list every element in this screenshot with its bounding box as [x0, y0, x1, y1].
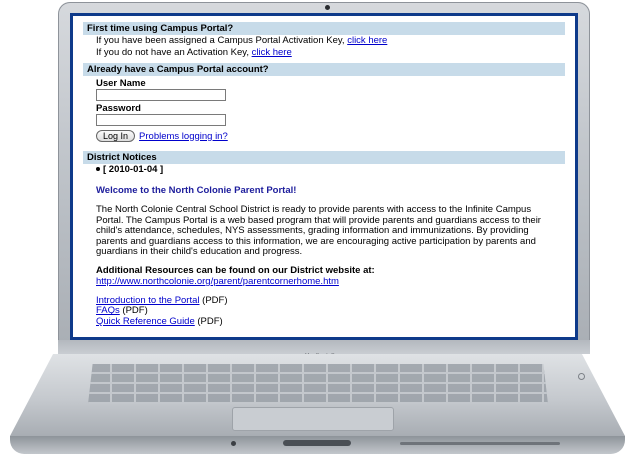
document-links: Introduction to the Portal (PDF) FAQs (P…: [83, 294, 565, 328]
district-notices-header: District Notices: [83, 151, 565, 164]
quick-reference-pdf-link[interactable]: Quick Reference Guide: [96, 316, 195, 327]
activation-click-here-link[interactable]: click here: [347, 35, 387, 46]
trackpad: [232, 407, 394, 431]
portal-content: First time using Campus Portal? If you h…: [83, 22, 565, 327]
disc-slot: [400, 442, 560, 445]
account-header: Already have a Campus Portal account?: [83, 63, 565, 76]
bullet-icon: [96, 167, 100, 172]
login-button[interactable]: Log In: [96, 130, 136, 142]
laptop-screen: First time using Campus Portal? If you h…: [70, 13, 578, 340]
intro-portal-pdf-link[interactable]: Introduction to the Portal: [96, 295, 200, 306]
welcome-title: Welcome to the North Colonie Parent Port…: [96, 185, 297, 196]
doc-suffix: (PDF): [119, 305, 148, 317]
notice-date-text: [ 2010-01-04 ]: [103, 164, 164, 175]
resources-url-link: http://www.northcolonie.org/parent/paren…: [83, 276, 565, 287]
username-input[interactable]: [96, 89, 226, 101]
laptop-chin: [58, 340, 590, 354]
no-key-text: If you do not have an Activation Key,: [96, 47, 249, 58]
password-label: Password: [96, 103, 141, 114]
activation-key-line: If you have been assigned a Campus Porta…: [83, 35, 565, 47]
doc-suffix: (PDF): [199, 294, 228, 306]
power-button-icon: [578, 373, 585, 380]
password-input[interactable]: [96, 114, 226, 126]
sleep-led-icon: [231, 441, 236, 446]
first-time-header: First time using Campus Portal?: [83, 22, 565, 35]
doc-suffix: (PDF): [194, 315, 223, 327]
doc-item: Introduction to the Portal (PDF): [96, 294, 565, 307]
resources-heading: Additional Resources can be found on our…: [96, 264, 375, 276]
notice-date: [ 2010-01-04 ]: [83, 164, 565, 176]
camera-icon: [325, 5, 330, 10]
keyboard-rows: [88, 364, 548, 404]
no-key-click-here-link[interactable]: click here: [252, 47, 292, 58]
faqs-pdf-link[interactable]: FAQs: [96, 305, 120, 317]
login-row: Log In Problems logging in?: [83, 130, 565, 142]
doc-item: Quick Reference Guide (PDF): [96, 315, 565, 328]
activation-key-text: If you have been assigned a Campus Porta…: [96, 35, 345, 46]
district-website-link[interactable]: http://www.northcolonie.org/parent/paren…: [96, 276, 339, 287]
no-key-line: If you do not have an Activation Key, cl…: [83, 47, 565, 59]
username-label: User Name: [96, 78, 146, 89]
notice-body: The North Colonie Central School Distric…: [96, 204, 541, 258]
problems-logging-in-link[interactable]: Problems logging in?: [139, 131, 228, 142]
lid-latch: [283, 440, 351, 446]
